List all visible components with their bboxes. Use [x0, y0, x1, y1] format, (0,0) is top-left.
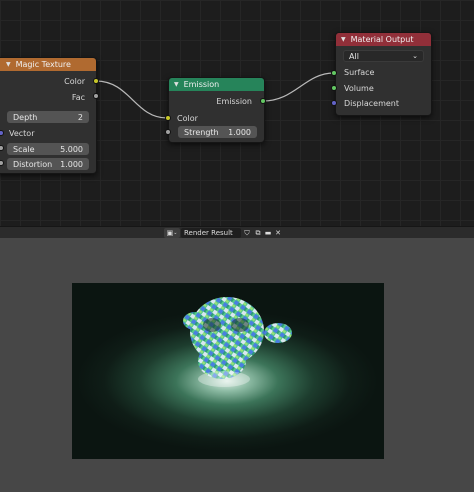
scale-field[interactable]: Scale 5.000: [7, 143, 89, 155]
link-emission-to-surface: [262, 72, 335, 102]
distortion-field[interactable]: Distortion 1.000: [7, 158, 89, 170]
distortion-label: Distortion: [13, 159, 53, 169]
image-viewport[interactable]: [0, 238, 474, 492]
emission-strength-input-socket[interactable]: [165, 129, 171, 135]
vector-label: Vector: [9, 129, 35, 138]
unlink-image-button[interactable]: ✕: [273, 228, 283, 238]
strength-field[interactable]: Strength 1.000: [178, 126, 257, 138]
image-name-field[interactable]: Render Result: [181, 228, 241, 238]
displacement-input-socket[interactable]: [331, 100, 337, 106]
image-name: Render Result: [184, 229, 233, 237]
magic-fac-output-socket[interactable]: [93, 93, 99, 99]
link-magic-color-to-emission-color: [95, 80, 168, 119]
magic-texture-header[interactable]: ▼ Magic Texture: [0, 58, 96, 71]
collapse-arrow-icon[interactable]: ▼: [341, 36, 346, 43]
folder-icon: ▬: [264, 229, 272, 237]
emission-output-label: Emission: [216, 97, 252, 106]
chevron-down-icon: ⌄: [412, 52, 418, 60]
emission-color-label: Color: [177, 114, 198, 123]
strength-label: Strength: [184, 127, 219, 137]
magic-color-output-socket[interactable]: [93, 78, 99, 84]
emission-header[interactable]: ▼ Emission: [169, 78, 264, 91]
collapse-arrow-icon[interactable]: ▼: [6, 61, 11, 68]
material-output-node[interactable]: ▼ Material Output All ⌄ Surface Volume D…: [335, 32, 432, 116]
new-image-button[interactable]: ⧉: [253, 228, 263, 238]
output-fac-label: Fac: [71, 93, 85, 102]
fake-user-button[interactable]: ⛉: [242, 228, 252, 238]
open-image-button[interactable]: ▬: [263, 228, 273, 238]
suzanne-render: [183, 297, 292, 387]
emission-color-input-socket[interactable]: [165, 115, 171, 121]
scale-label: Scale: [13, 144, 35, 154]
magic-texture-node[interactable]: ▼ Magic Texture Color Fac Depth 2 Vector…: [0, 57, 97, 174]
target-dropdown[interactable]: All ⌄: [343, 50, 424, 62]
duplicate-icon: ⧉: [255, 228, 261, 237]
displacement-label: Displacement: [344, 99, 399, 108]
emission-title: Emission: [183, 80, 220, 89]
depth-field[interactable]: Depth 2: [7, 111, 89, 123]
node-editor[interactable]: ▼ Magic Texture Color Fac Depth 2 Vector…: [0, 0, 474, 226]
volume-label: Volume: [344, 84, 374, 93]
volume-input-socket[interactable]: [331, 85, 337, 91]
shield-icon: ⛉: [244, 228, 250, 237]
depth-value: 2: [77, 112, 83, 122]
image-browse-button[interactable]: ▣ ⌄: [164, 228, 180, 238]
floor-glow: [198, 371, 250, 387]
magic-texture-title: Magic Texture: [15, 60, 71, 69]
depth-label: Depth: [13, 112, 38, 122]
emission-output-socket[interactable]: [260, 98, 266, 104]
monkey-head-shape: [183, 297, 292, 379]
image-icon: ▣: [166, 229, 174, 237]
scale-value: 5.000: [60, 144, 83, 154]
render-result-image: [72, 283, 384, 459]
distortion-value: 1.000: [60, 159, 83, 169]
target-value: All: [349, 51, 359, 61]
surface-label: Surface: [344, 68, 375, 77]
close-icon: ✕: [275, 229, 281, 237]
surface-input-socket[interactable]: [331, 70, 337, 76]
output-color-label: Color: [64, 77, 85, 86]
emission-node[interactable]: ▼ Emission Emission Color Strength 1.000: [168, 77, 265, 143]
collapse-arrow-icon[interactable]: ▼: [174, 81, 179, 88]
material-output-header[interactable]: ▼ Material Output: [336, 33, 431, 46]
material-output-title: Material Output: [350, 35, 414, 44]
strength-value: 1.000: [228, 127, 251, 137]
